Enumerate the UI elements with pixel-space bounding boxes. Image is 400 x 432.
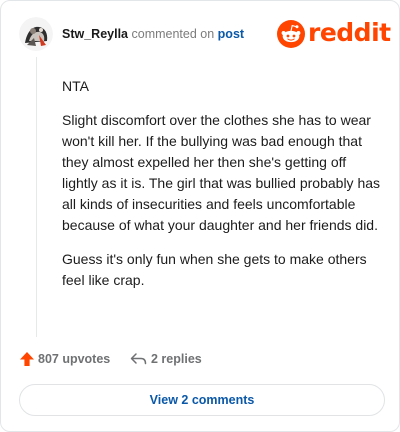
replies-count: 2 replies [151, 352, 202, 366]
comment-card: Stw_Reylla commented on post reddit NTA … [0, 0, 400, 432]
reddit-logo[interactable]: reddit [277, 18, 391, 48]
upvote-button[interactable]: 807 upvotes [19, 350, 119, 370]
thread-line [36, 57, 37, 337]
comment-byline: Stw_Reylla commented on post [62, 27, 244, 41]
comment-paragraph: Slight discomfort over the clothes she h… [62, 112, 381, 233]
user-avatar[interactable] [19, 17, 53, 51]
post-link[interactable]: post [218, 27, 244, 41]
replies-button[interactable]: 2 replies [130, 350, 220, 370]
view-comments-button[interactable]: View 2 comments [19, 384, 385, 416]
upvote-arrow-icon [20, 352, 34, 366]
avatar-icon [19, 17, 53, 51]
reply-arrow-icon [130, 353, 147, 365]
comment-paragraph: NTA [62, 78, 89, 94]
comment-header: Stw_Reylla commented on post reddit [19, 17, 391, 51]
comment-paragraph: Guess it's only fun when she gets to mak… [62, 251, 367, 288]
username-link[interactable]: Stw_Reylla [62, 27, 128, 41]
reddit-snoo-icon [277, 20, 305, 48]
byline-action-text: commented on [131, 27, 215, 41]
upvote-count: 807 upvotes [38, 352, 111, 366]
reddit-wordmark: reddit [308, 18, 391, 47]
comment-body: NTA Slight discomfort over the clothes s… [62, 76, 380, 304]
